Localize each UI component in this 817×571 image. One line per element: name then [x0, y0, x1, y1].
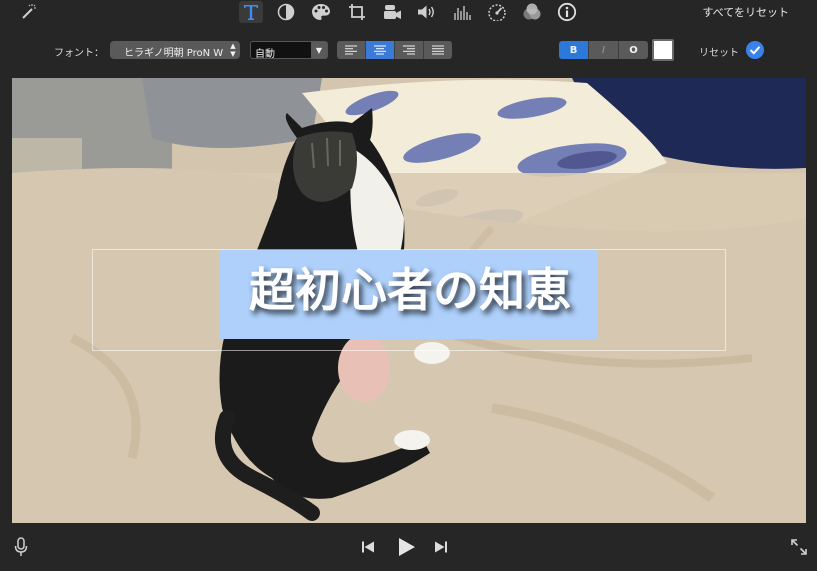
speedometer-icon[interactable] — [485, 1, 509, 23]
video-camera-icon[interactable] — [380, 1, 404, 23]
info-icon[interactable] — [555, 1, 579, 23]
align-left-button[interactable] — [337, 41, 366, 59]
align-right-button[interactable] — [395, 41, 424, 59]
microphone-icon[interactable] — [12, 536, 30, 558]
reset-all-button[interactable]: すべてをリセット — [702, 4, 789, 20]
text-T-icon[interactable] — [239, 1, 263, 23]
skip-forward-icon[interactable] — [431, 538, 451, 556]
size-combo[interactable]: 自動 ▼ — [250, 41, 328, 60]
speaker-icon[interactable] — [414, 1, 438, 23]
font-popup[interactable]: ヒラギノ明朝 ProN W ▲ ▼ — [110, 41, 240, 59]
text-color-well[interactable] — [652, 39, 674, 61]
reset-button[interactable]: リセット — [699, 44, 739, 59]
playback-bar — [0, 530, 817, 571]
italic-button[interactable]: I — [589, 41, 619, 59]
color-balance-icon[interactable] — [274, 1, 298, 23]
play-icon[interactable] — [394, 535, 418, 559]
align-center-button[interactable] — [366, 41, 395, 59]
size-combo-value: 自動 — [255, 49, 275, 60]
font-label: フォント： — [54, 48, 104, 59]
magic-wand-icon[interactable] — [16, 1, 40, 23]
palette-icon[interactable] — [309, 1, 333, 23]
checkmark-icon[interactable] — [746, 41, 764, 59]
align-justify-icon — [432, 45, 444, 55]
align-justify-button[interactable] — [424, 41, 452, 59]
chevron-down-icon[interactable]: ▼ — [311, 42, 327, 58]
align-center-icon — [374, 45, 386, 55]
align-left-icon — [345, 45, 357, 55]
bold-button[interactable]: B — [559, 41, 589, 59]
text-format-bar: フォント： ヒラギノ明朝 ProN W ▲ ▼ 自動 ▼ B I O リセット — [0, 38, 817, 64]
alignment-segmented-control — [337, 41, 452, 59]
crop-icon[interactable] — [345, 1, 369, 23]
title-text[interactable]: 超初心者の知恵 — [220, 250, 600, 330]
overlapping-circles-icon[interactable] — [520, 1, 544, 23]
equalizer-icon[interactable] — [450, 1, 474, 23]
video-viewer[interactable]: 超初心者の知恵 — [12, 78, 806, 523]
fullscreen-expand-icon[interactable] — [789, 537, 809, 557]
font-popup-value: ヒラギノ明朝 ProN W — [124, 48, 224, 59]
adjustment-toolbar: すべてをリセット — [0, 0, 817, 26]
up-down-chevron-icon: ▲ ▼ — [230, 42, 236, 58]
outline-button[interactable]: O — [619, 41, 648, 59]
skip-back-icon[interactable] — [358, 538, 378, 556]
align-right-icon — [403, 45, 415, 55]
text-style-segmented-control: B I O — [559, 41, 648, 59]
